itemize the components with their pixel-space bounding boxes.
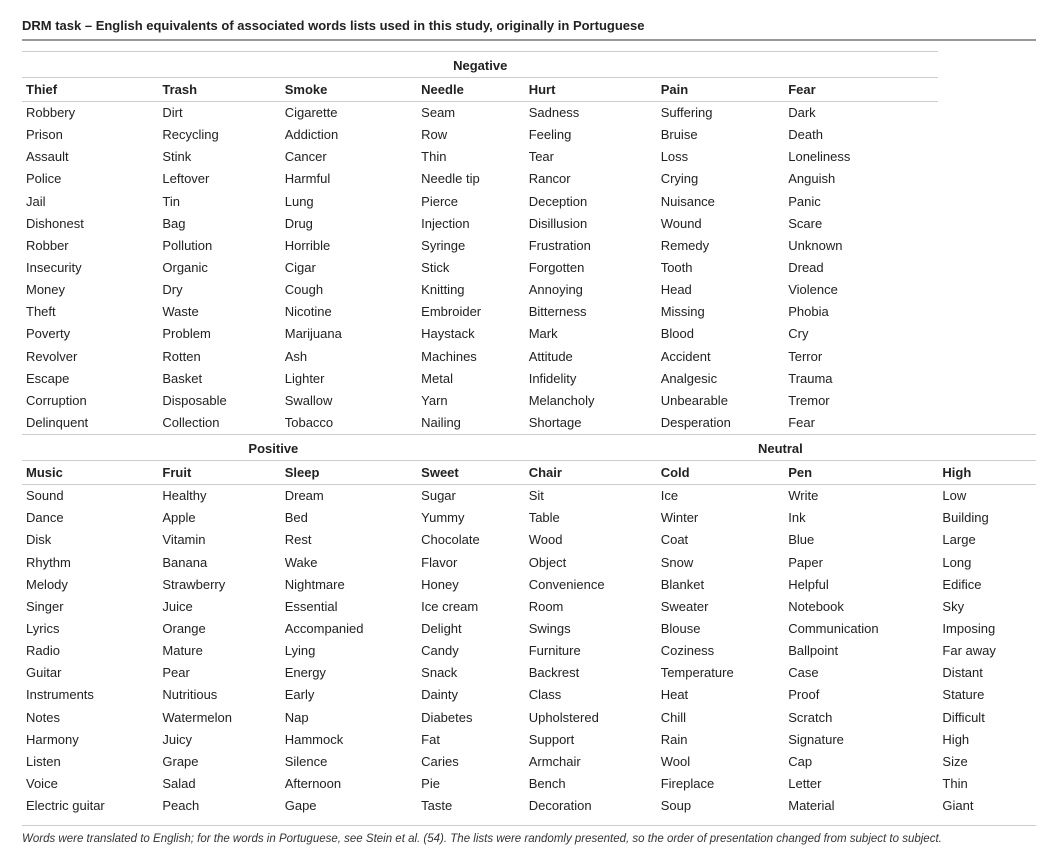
table-row: DelinquentCollectionTobaccoNailingShorta… — [22, 412, 1036, 435]
table-row: PoliceLeftoverHarmfulNeedle tipRancorCry… — [22, 168, 1036, 190]
table-row: SoundHealthyDreamSugarSitIceWriteLow — [22, 485, 1036, 508]
pos-neutral-col-headers: Music Fruit Sleep Sweet Chair Cold Pen H… — [22, 461, 1036, 485]
page-title: DRM task – English equivalents of associ… — [22, 18, 1036, 41]
table-row: VoiceSaladAfternoonPieBenchFireplaceLett… — [22, 773, 1036, 795]
table-row: RadioMatureLyingCandyFurnitureCozinessBa… — [22, 640, 1036, 662]
table-row: DiskVitaminRestChocolateWoodCoatBlueLarg… — [22, 529, 1036, 551]
table-row: PrisonRecyclingAddictionRowFeelingBruise… — [22, 124, 1036, 146]
table-row: RobberPollutionHorribleSyringeFrustratio… — [22, 235, 1036, 257]
table-row: DanceAppleBedYummyTableWinterInkBuilding — [22, 507, 1036, 529]
table-row: RobberyDirtCigaretteSeamSadnessSuffering… — [22, 102, 1036, 125]
table-row: GuitarPearEnergySnackBackrestTemperature… — [22, 662, 1036, 684]
table-row: TheftWasteNicotineEmbroiderBitternessMis… — [22, 301, 1036, 323]
table-row: JailTinLungPierceDeceptionNuisancePanic — [22, 191, 1036, 213]
table-row: DishonestBagDrugInjectionDisillusionWoun… — [22, 213, 1036, 235]
table-row: CorruptionDisposableSwallowYarnMelanchol… — [22, 390, 1036, 412]
table-row: MoneyDryCoughKnittingAnnoyingHeadViolenc… — [22, 279, 1036, 301]
table-row: AssaultStinkCancerThinTearLossLoneliness — [22, 146, 1036, 168]
table-row: Electric guitarPeachGapeTasteDecorationS… — [22, 795, 1036, 817]
table-row: MelodyStrawberryNightmareHoneyConvenienc… — [22, 574, 1036, 596]
table-row: EscapeBasketLighterMetalInfidelityAnalge… — [22, 368, 1036, 390]
table-row: ListenGrapeSilenceCariesArmchairWoolCapS… — [22, 751, 1036, 773]
pos-neutral-headers-row: Positive Neutral — [22, 435, 1036, 461]
negative-col-headers: Thief Trash Smoke Needle Hurt Pain Fear — [22, 78, 1036, 102]
table-row: RhythmBananaWakeFlavorObjectSnowPaperLon… — [22, 552, 1036, 574]
table-row: InsecurityOrganicCigarStickForgottenToot… — [22, 257, 1036, 279]
table-row: LyricsOrangeAccompaniedDelightSwingsBlou… — [22, 618, 1036, 640]
table-row: RevolverRottenAshMachinesAttitudeAcciden… — [22, 346, 1036, 368]
table-row: InstrumentsNutritiousEarlyDaintyClassHea… — [22, 684, 1036, 706]
table-row: SingerJuiceEssentialIce creamRoomSweater… — [22, 596, 1036, 618]
table-row: NotesWatermelonNapDiabetesUpholsteredChi… — [22, 707, 1036, 729]
negative-section-header: Negative — [22, 52, 1036, 78]
table-row: PovertyProblemMarijuanaHaystackMarkBlood… — [22, 323, 1036, 345]
table-row: HarmonyJuicyHammockFatSupportRainSignatu… — [22, 729, 1036, 751]
